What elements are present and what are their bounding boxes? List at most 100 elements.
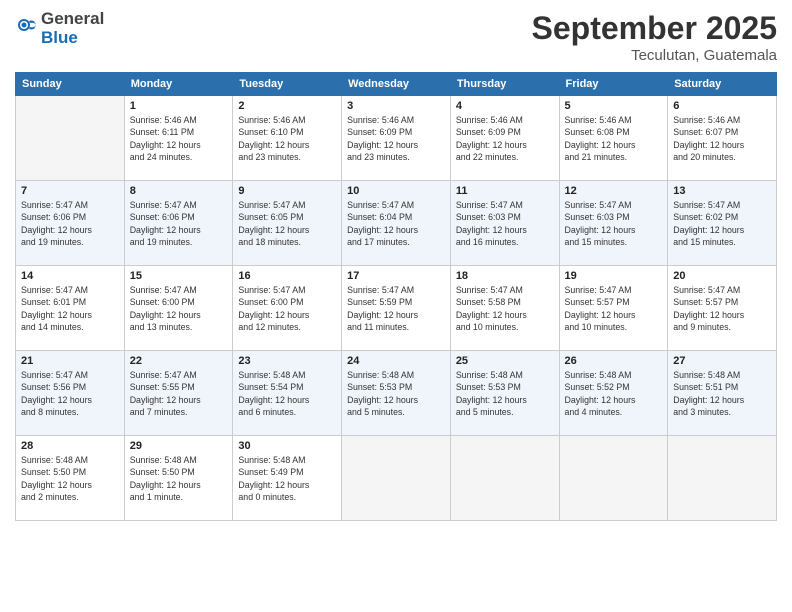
day-number-12: 12: [565, 185, 663, 197]
cell-2-3: 17Sunrise: 5:47 AM Sunset: 5:59 PM Dayli…: [342, 266, 451, 351]
cell-4-3: [342, 436, 451, 521]
week-row-1: 1 Sunrise: 5:46 AM Sunset: 6:11 PM Daylig…: [16, 96, 777, 181]
cell-info-2-5: Sunrise: 5:47 AM Sunset: 5:57 PM Dayligh…: [565, 284, 663, 333]
day-number-20: 20: [673, 270, 771, 282]
cell-4-0: 28 Sunrise: 5:48 AM Sunset: 5:50 PM Dayli…: [16, 436, 125, 521]
week-row-5: 28 Sunrise: 5:48 AM Sunset: 5:50 PM Dayli…: [16, 436, 777, 521]
cell-3-3: 24 Sunrise: 5:48 AM Sunset: 5:53 PM Dayli…: [342, 351, 451, 436]
day-number-5: 5: [565, 100, 663, 112]
cell-0-1: 1 Sunrise: 5:46 AM Sunset: 6:11 PM Daylig…: [124, 96, 233, 181]
logo-blue: Blue: [41, 28, 78, 47]
page-header: General Blue September 2025 Teculutan, G…: [15, 10, 777, 64]
day-number-28: 28: [21, 440, 119, 452]
cell-0-3: 3 Sunrise: 5:46 AM Sunset: 6:09 PM Daylig…: [342, 96, 451, 181]
cell-2-6: 20 Sunrise: 5:47 AM Sunset: 5:57 PM Dayli…: [668, 266, 777, 351]
cell-info-1-4: Sunrise: 5:47 AM Sunset: 6:03 PM Dayligh…: [456, 199, 554, 248]
cell-1-4: 11 Sunrise: 5:47 AM Sunset: 6:03 PM Dayli…: [450, 181, 559, 266]
cell-4-1: 29 Sunrise: 5:48 AM Sunset: 5:50 PM Dayli…: [124, 436, 233, 521]
cell-0-5: 5Sunrise: 5:46 AM Sunset: 6:08 PM Daylig…: [559, 96, 668, 181]
day-number-7: 7: [21, 185, 119, 197]
calendar-table: Sunday Monday Tuesday Wednesday Thursday…: [15, 72, 777, 521]
cell-2-5: 19Sunrise: 5:47 AM Sunset: 5:57 PM Dayli…: [559, 266, 668, 351]
cell-info-3-2: Sunrise: 5:48 AM Sunset: 5:54 PM Dayligh…: [238, 369, 336, 418]
cell-0-6: 6 Sunrise: 5:46 AM Sunset: 6:07 PM Daylig…: [668, 96, 777, 181]
cell-info-0-3: Sunrise: 5:46 AM Sunset: 6:09 PM Dayligh…: [347, 114, 445, 163]
calendar-header-row: Sunday Monday Tuesday Wednesday Thursday…: [16, 73, 777, 96]
cell-1-6: 13 Sunrise: 5:47 AM Sunset: 6:02 PM Dayli…: [668, 181, 777, 266]
cell-info-3-6: Sunrise: 5:48 AM Sunset: 5:51 PM Dayligh…: [673, 369, 771, 418]
cell-info-1-2: Sunrise: 5:47 AM Sunset: 6:05 PM Dayligh…: [238, 199, 336, 248]
cell-info-3-4: Sunrise: 5:48 AM Sunset: 5:53 PM Dayligh…: [456, 369, 554, 418]
cell-info-3-1: Sunrise: 5:47 AM Sunset: 5:55 PM Dayligh…: [130, 369, 228, 418]
cell-info-0-4: Sunrise: 5:46 AM Sunset: 6:09 PM Dayligh…: [456, 114, 554, 163]
cell-info-0-2: Sunrise: 5:46 AM Sunset: 6:10 PM Dayligh…: [238, 114, 336, 163]
cell-info-1-5: Sunrise: 5:47 AM Sunset: 6:03 PM Dayligh…: [565, 199, 663, 248]
cell-1-5: 12 Sunrise: 5:47 AM Sunset: 6:03 PM Dayli…: [559, 181, 668, 266]
day-number-1: 1: [130, 100, 228, 112]
cell-info-1-1: Sunrise: 5:47 AM Sunset: 6:06 PM Dayligh…: [130, 199, 228, 248]
day-number-21: 21: [21, 355, 119, 367]
cell-3-1: 22Sunrise: 5:47 AM Sunset: 5:55 PM Dayli…: [124, 351, 233, 436]
cell-info-2-0: Sunrise: 5:47 AM Sunset: 6:01 PM Dayligh…: [21, 284, 119, 333]
col-wednesday: Wednesday: [342, 73, 451, 96]
day-number-9: 9: [238, 185, 336, 197]
cell-2-4: 18Sunrise: 5:47 AM Sunset: 5:58 PM Dayli…: [450, 266, 559, 351]
week-row-4: 21 Sunrise: 5:47 AM Sunset: 5:56 PM Dayli…: [16, 351, 777, 436]
day-number-27: 27: [673, 355, 771, 367]
day-number-16: 16: [238, 270, 336, 282]
cell-3-6: 27 Sunrise: 5:48 AM Sunset: 5:51 PM Dayli…: [668, 351, 777, 436]
cell-0-0: [16, 96, 125, 181]
cell-info-3-3: Sunrise: 5:48 AM Sunset: 5:53 PM Dayligh…: [347, 369, 445, 418]
day-number-13: 13: [673, 185, 771, 197]
col-friday: Friday: [559, 73, 668, 96]
cell-4-4: [450, 436, 559, 521]
day-number-10: 10: [347, 185, 445, 197]
cell-info-1-0: Sunrise: 5:47 AM Sunset: 6:06 PM Dayligh…: [21, 199, 119, 248]
day-number-25: 25: [456, 355, 554, 367]
week-row-2: 7 Sunrise: 5:47 AM Sunset: 6:06 PM Daylig…: [16, 181, 777, 266]
day-number-11: 11: [456, 185, 554, 197]
cell-info-4-1: Sunrise: 5:48 AM Sunset: 5:50 PM Dayligh…: [130, 454, 228, 503]
cell-info-2-2: Sunrise: 5:47 AM Sunset: 6:00 PM Dayligh…: [238, 284, 336, 333]
cell-info-0-1: Sunrise: 5:46 AM Sunset: 6:11 PM Dayligh…: [130, 114, 228, 163]
cell-4-5: [559, 436, 668, 521]
cell-info-2-6: Sunrise: 5:47 AM Sunset: 5:57 PM Dayligh…: [673, 284, 771, 333]
cell-3-5: 26 Sunrise: 5:48 AM Sunset: 5:52 PM Dayli…: [559, 351, 668, 436]
day-number-24: 24: [347, 355, 445, 367]
cell-info-0-6: Sunrise: 5:46 AM Sunset: 6:07 PM Dayligh…: [673, 114, 771, 163]
logo-icon: [17, 15, 37, 35]
location-subtitle: Teculutan, Guatemala: [532, 47, 777, 64]
cell-info-2-3: Sunrise: 5:47 AM Sunset: 5:59 PM Dayligh…: [347, 284, 445, 333]
col-monday: Monday: [124, 73, 233, 96]
cell-info-3-0: Sunrise: 5:47 AM Sunset: 5:56 PM Dayligh…: [21, 369, 119, 418]
cell-1-1: 8 Sunrise: 5:47 AM Sunset: 6:06 PM Daylig…: [124, 181, 233, 266]
day-number-23: 23: [238, 355, 336, 367]
cell-1-3: 10Sunrise: 5:47 AM Sunset: 6:04 PM Dayli…: [342, 181, 451, 266]
cell-0-2: 2Sunrise: 5:46 AM Sunset: 6:10 PM Daylig…: [233, 96, 342, 181]
day-number-15: 15: [130, 270, 228, 282]
cell-info-3-5: Sunrise: 5:48 AM Sunset: 5:52 PM Dayligh…: [565, 369, 663, 418]
cell-4-6: [668, 436, 777, 521]
day-number-8: 8: [130, 185, 228, 197]
cell-0-4: 4 Sunrise: 5:46 AM Sunset: 6:09 PM Daylig…: [450, 96, 559, 181]
col-tuesday: Tuesday: [233, 73, 342, 96]
day-number-29: 29: [130, 440, 228, 452]
day-number-30: 30: [238, 440, 336, 452]
day-number-26: 26: [565, 355, 663, 367]
col-saturday: Saturday: [668, 73, 777, 96]
cell-2-1: 15Sunrise: 5:47 AM Sunset: 6:00 PM Dayli…: [124, 266, 233, 351]
cell-info-4-2: Sunrise: 5:48 AM Sunset: 5:49 PM Dayligh…: [238, 454, 336, 503]
day-number-14: 14: [21, 270, 119, 282]
day-number-3: 3: [347, 100, 445, 112]
title-block: September 2025 Teculutan, Guatemala: [532, 10, 777, 64]
day-number-18: 18: [456, 270, 554, 282]
cell-3-0: 21 Sunrise: 5:47 AM Sunset: 5:56 PM Dayli…: [16, 351, 125, 436]
cell-info-4-0: Sunrise: 5:48 AM Sunset: 5:50 PM Dayligh…: [21, 454, 119, 503]
day-number-6: 6: [673, 100, 771, 112]
cell-3-4: 25 Sunrise: 5:48 AM Sunset: 5:53 PM Dayli…: [450, 351, 559, 436]
cell-info-1-6: Sunrise: 5:47 AM Sunset: 6:02 PM Dayligh…: [673, 199, 771, 248]
col-sunday: Sunday: [16, 73, 125, 96]
logo: General Blue: [15, 10, 104, 47]
cell-2-2: 16 Sunrise: 5:47 AM Sunset: 6:00 PM Dayli…: [233, 266, 342, 351]
day-number-4: 4: [456, 100, 554, 112]
